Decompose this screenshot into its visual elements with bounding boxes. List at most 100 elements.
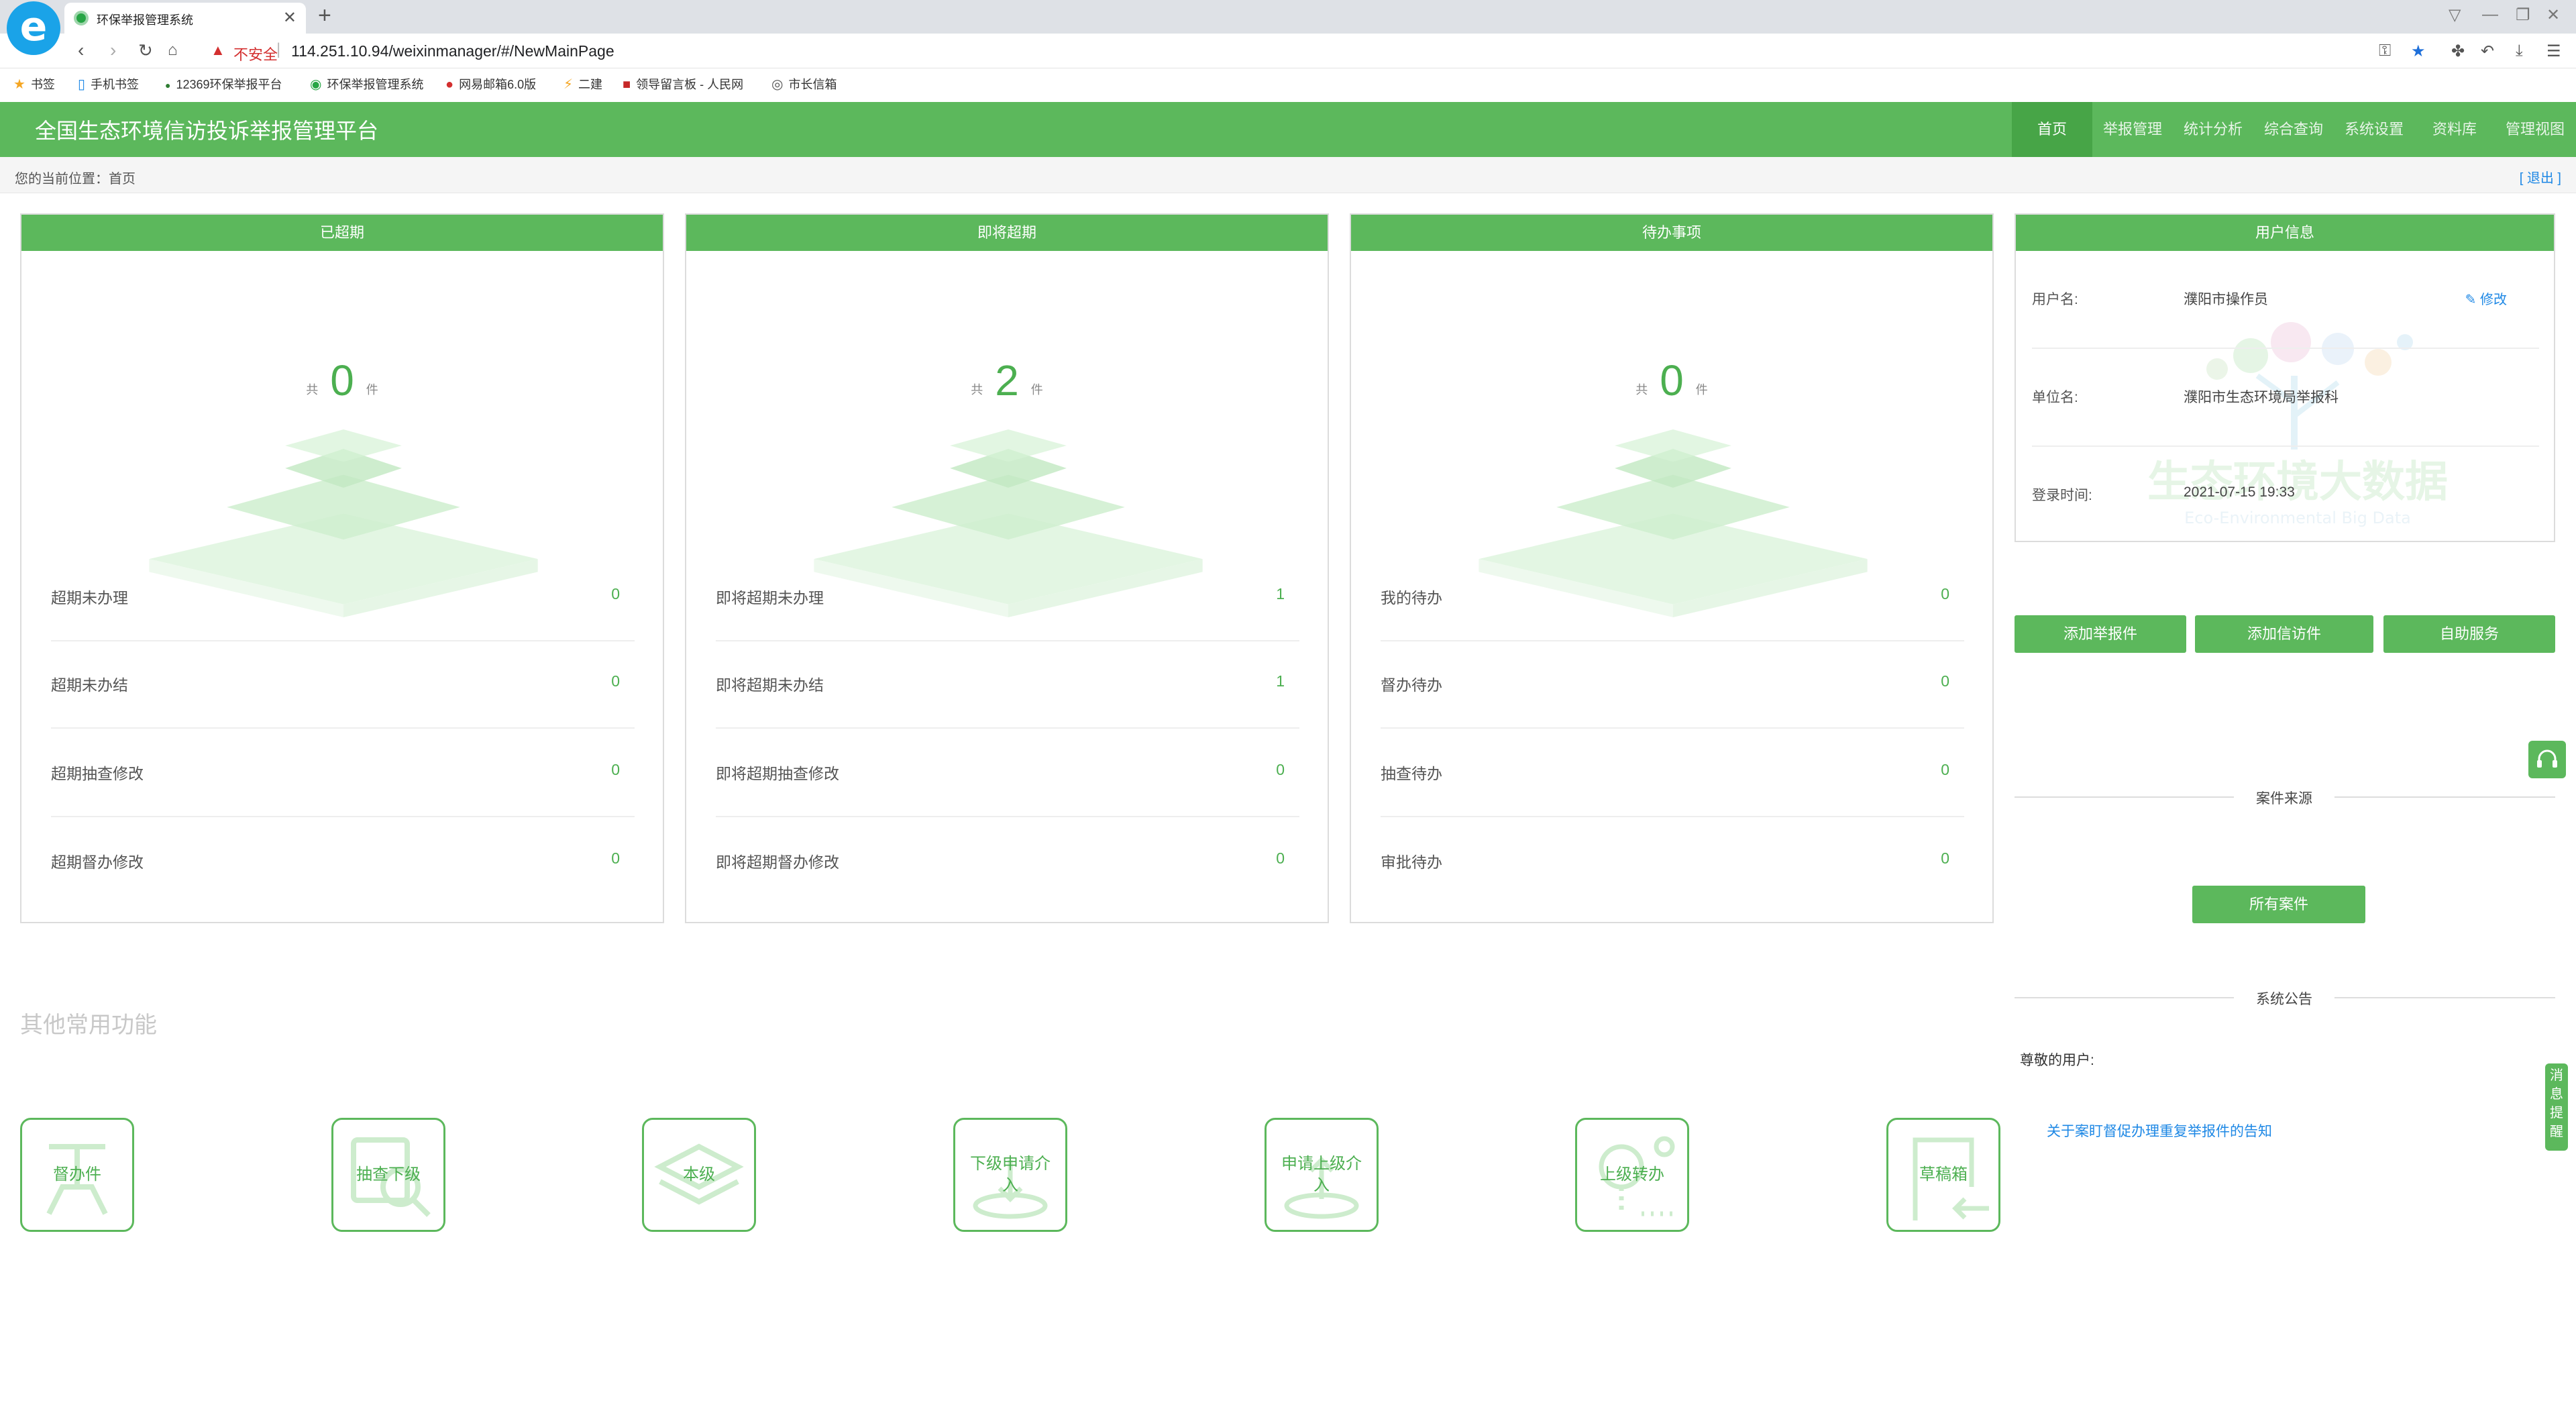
username-value: 濮阳市操作员	[2184, 292, 2268, 307]
request-superior-button[interactable]: 申请上级介入	[1265, 1118, 1379, 1232]
stat-row[interactable]: 审批待办 0	[1381, 819, 1964, 906]
home-icon[interactable]: ⌂	[168, 40, 178, 60]
stat-row[interactable]: 即将超期未办结 1	[716, 641, 1299, 729]
stat-row[interactable]: 超期督办修改 0	[51, 819, 635, 906]
minimize-icon[interactable]: —	[2482, 5, 2498, 24]
case-source-title: 案件来源	[2234, 788, 2334, 808]
total-count[interactable]: 0	[1660, 356, 1684, 405]
stat-row[interactable]: 即将超期抽查修改 0	[716, 730, 1299, 817]
restore-icon[interactable]: ❐	[2516, 5, 2530, 25]
undo-icon[interactable]: ↶	[2481, 42, 2494, 61]
nav-home[interactable]: 首页	[2012, 102, 2092, 157]
func-label: 督办件	[53, 1165, 101, 1184]
func-label: 申请上级介入	[1281, 1155, 1362, 1194]
browser-tab[interactable]: 环保举报管理系统 ✕	[64, 3, 306, 34]
headset-icon	[2537, 749, 2557, 768]
due-soon-total: 共2件	[971, 356, 1043, 405]
stat-row[interactable]: 督办待办 0	[1381, 641, 1964, 729]
stat-row[interactable]: 即将超期未办理 1	[716, 554, 1299, 641]
card-title: 待办事项	[1351, 215, 1992, 251]
superior-transfer-button[interactable]: 上级转办	[1575, 1118, 1689, 1232]
announcement-link[interactable]: 关于案盯督促办理重复举报件的告知	[2047, 1120, 2272, 1141]
total-count[interactable]: 0	[330, 356, 354, 405]
reload-icon[interactable]: ↻	[138, 40, 153, 60]
bookmark-item[interactable]: ◎ 市长信箱	[771, 75, 837, 93]
stat-row[interactable]: 抽查待办 0	[1381, 730, 1964, 817]
card-title: 已超期	[21, 215, 663, 251]
app-header: 全国生态环境信访投诉举报管理平台 首页 举报管理 统计分析 综合查询 系统设置 …	[0, 102, 2576, 157]
mail-icon: ●	[445, 77, 454, 92]
edit-icon: ✎	[2465, 293, 2480, 307]
todo-card: 待办事项 共0件 我的待办 0 督办待办 0 抽查待办 0 审批待办 0	[1350, 213, 1994, 923]
key-icon[interactable]: ⚿	[2379, 42, 2391, 60]
total-count[interactable]: 2	[995, 356, 1019, 405]
drafts-button[interactable]: 草稿箱	[1886, 1118, 2000, 1232]
overdue-card: 已超期 共0件 超期未办理 0 超期未办结 0 超期抽查修改 0 超期督办修改 0	[20, 213, 664, 923]
stat-row[interactable]: 我的待办 0	[1381, 554, 1964, 641]
bookmark-item[interactable]: ■ 领导留言板 - 人民网	[623, 75, 743, 93]
stat-row[interactable]: 超期未办理 0	[51, 554, 635, 641]
site-icon: ■	[623, 77, 631, 92]
edit-link[interactable]: ✎ 修改	[2465, 289, 2507, 308]
add-report-button[interactable]: 添加举报件	[2015, 615, 2186, 653]
func-label: 本级	[683, 1165, 715, 1184]
user-info-card: 用户信息 生态环境大数据 Eco-Environmental Big Data …	[2015, 213, 2555, 542]
message-reminder-label: 消息提醒	[2550, 1068, 2563, 1139]
bookmark-item[interactable]: ◉ 环保举报管理系统	[310, 75, 423, 93]
message-reminder-button[interactable]: 消息提醒	[2545, 1063, 2568, 1151]
card-title: 用户信息	[2016, 215, 2554, 251]
url-field[interactable]: ▲ 不安全 | 114.251.10.94/weixinmanager/#/Ne…	[201, 39, 2355, 63]
back-icon[interactable]: ‹	[78, 40, 84, 60]
nav-query[interactable]: 综合查询	[2253, 102, 2334, 157]
browser-tab-bar: 环保举报管理系统 ✕ + ▽ — ❐ ✕	[0, 0, 2576, 34]
breadcrumb: 您的当前位置：首页 [ 退出 ]	[0, 157, 2576, 193]
card-title: 即将超期	[686, 215, 1328, 251]
tab-close-icon[interactable]: ✕	[283, 8, 297, 28]
customer-service-button[interactable]	[2528, 741, 2566, 778]
this-level-button[interactable]: 本级	[642, 1118, 756, 1232]
nav-report-management[interactable]: 举报管理	[2092, 102, 2173, 157]
forward-icon[interactable]: ›	[110, 40, 116, 60]
bookmark-list-icon[interactable]: ▽	[2449, 5, 2461, 25]
supervise-button[interactable]: 督办件	[20, 1118, 134, 1232]
tab-favicon-icon	[74, 11, 89, 25]
nav-management-view[interactable]: 管理视图	[2495, 102, 2575, 157]
download-icon[interactable]: ⤓	[2516, 42, 2523, 60]
bookmark-item[interactable]: ★ 书签	[13, 75, 55, 93]
tab-title: 环保举报管理系统	[97, 13, 193, 27]
todo-total: 共0件	[1635, 356, 1708, 405]
menu-icon[interactable]: ☰	[2546, 42, 2561, 61]
breadcrumb-text: 您的当前位置：首页	[15, 172, 136, 187]
extension-icon[interactable]: ✤	[2451, 42, 2465, 61]
announcement-title: 系统公告	[2234, 988, 2334, 1008]
add-petition-button[interactable]: 添加信访件	[2195, 615, 2373, 653]
close-window-icon[interactable]: ✕	[2546, 5, 2560, 25]
lightning-icon: ⚡	[564, 77, 574, 92]
new-tab-button[interactable]: +	[318, 3, 331, 29]
url-text[interactable]: 114.251.10.94/weixinmanager/#/NewMainPag…	[291, 42, 614, 60]
bookmark-item[interactable]: ● 12369环保举报平台	[165, 75, 282, 93]
nav-library[interactable]: 资料库	[2414, 102, 2495, 157]
stat-row[interactable]: 即将超期督办修改 0	[716, 819, 1299, 906]
func-label: 下级申请介入	[970, 1155, 1051, 1194]
func-label: 上级转办	[1600, 1165, 1664, 1184]
inspect-subordinate-button[interactable]: 抽查下级	[331, 1118, 445, 1232]
self-service-button[interactable]: 自助服务	[2383, 615, 2555, 653]
all-cases-button[interactable]: 所有案件	[2192, 886, 2365, 923]
announcement-greeting: 尊敬的用户:	[2020, 1053, 2094, 1068]
nav-statistics[interactable]: 统计分析	[2173, 102, 2253, 157]
logout-link[interactable]: [ 退出 ]	[2520, 167, 2561, 187]
subordinate-request-button[interactable]: 下级申请介入	[953, 1118, 1067, 1232]
bookmark-item[interactable]: ▯ 手机书签	[78, 75, 139, 93]
nav-system-settings[interactable]: 系统设置	[2334, 102, 2414, 157]
browser-logo-icon[interactable]: e	[7, 1, 60, 55]
bookmark-star-icon: ★	[13, 77, 25, 92]
stat-row[interactable]: 超期抽查修改 0	[51, 730, 635, 817]
star-icon[interactable]: ★	[2411, 42, 2426, 61]
bookmark-item[interactable]: ● 网易邮箱6.0版	[445, 75, 536, 93]
site-icon: ◉	[310, 77, 322, 92]
common-functions-heading: 其他常用功能	[20, 1012, 157, 1038]
stat-row[interactable]: 超期未办结 0	[51, 641, 635, 729]
unit-row: 单位名: 濮阳市生态环境局举报科	[2032, 349, 2539, 447]
bookmark-item[interactable]: ⚡ 二建	[564, 75, 602, 93]
